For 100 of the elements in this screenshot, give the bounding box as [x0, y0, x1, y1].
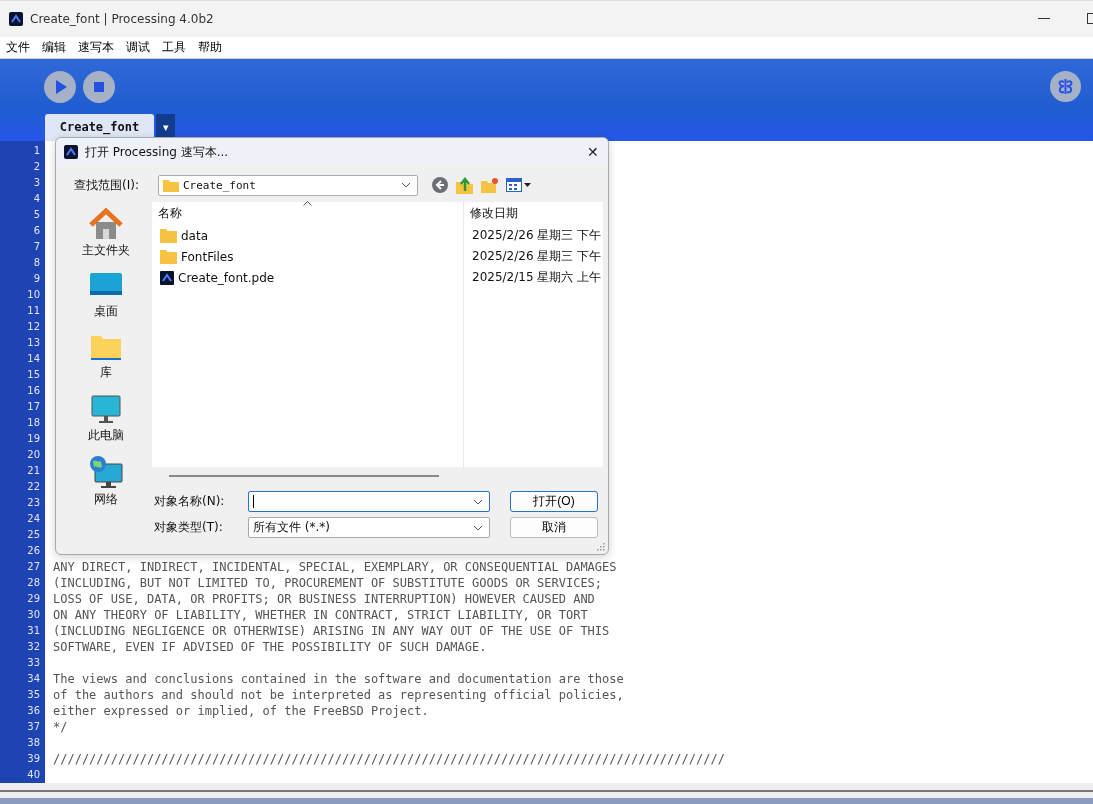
up-folder-icon[interactable]: [456, 176, 473, 194]
line-number: 32: [26, 641, 40, 653]
line-number: 39: [26, 753, 40, 765]
dialog-title: 打开 Processing 速写本...: [85, 143, 229, 161]
line-number: 6: [32, 225, 40, 237]
app-icon: [64, 145, 78, 159]
menu-item[interactable]: 调试: [126, 38, 150, 56]
folder-icon: [163, 178, 179, 192]
line-number: 34: [26, 673, 40, 685]
sketch-file-icon: [160, 270, 174, 285]
code-line: SOFTWARE, EVEN IF ADVISED OF THE POSSIBILITY OF SUCH DAMAGE.: [53, 639, 487, 654]
line-number: 19: [26, 433, 40, 445]
menu-item[interactable]: 工具: [162, 38, 186, 56]
house-icon: [89, 207, 123, 240]
line-number: 12: [26, 321, 40, 333]
maximize-icon[interactable]: [1087, 12, 1093, 25]
line-number: 26: [26, 545, 40, 557]
modified-date: 2025/2/26 星期三 下午: [472, 248, 602, 265]
line-number: 3: [32, 177, 40, 189]
line-number: 16: [26, 385, 40, 397]
sort-caret-icon: [303, 201, 312, 206]
file-name[interactable]: Create_font.pde: [178, 270, 275, 285]
code-line: */: [53, 719, 68, 734]
column-header[interactable]: 名称: [158, 205, 182, 222]
window-title: Create_font | Processing 4.0b2: [30, 11, 214, 26]
line-number: 23: [26, 497, 40, 509]
folder-icon: [90, 333, 122, 362]
line-number: 11: [26, 305, 40, 317]
line-number: 18: [26, 417, 40, 429]
line-number: 20: [26, 449, 40, 461]
folder-icon: [160, 228, 177, 243]
code-line: either expressed or implied, of the FreeBSD Project.: [53, 703, 429, 718]
places-item[interactable]: 桌面: [62, 264, 150, 326]
line-number: 37: [26, 721, 40, 733]
cancel-button[interactable]: 取消: [510, 517, 598, 538]
code-line: /////////////////////////////////////////////////////////////////////////////////////////////: [53, 751, 725, 766]
line-number: 9: [32, 273, 40, 285]
monitor-icon: [91, 394, 121, 425]
places-item[interactable]: 此电脑: [62, 388, 150, 450]
code-line: ON ANY THEORY OF LIABILITY, WHETHER IN CONTRACT, STRICT LIABILITY, OR TORT: [53, 607, 588, 622]
line-number: 33: [26, 657, 40, 669]
file-type-label: 对象类型(T):: [153, 519, 224, 536]
menu-item[interactable]: 文件: [6, 38, 30, 56]
file-name[interactable]: FontFiles: [181, 249, 234, 264]
line-number: 40: [26, 769, 40, 781]
code-line: (INCLUDING, BUT NOT LIMITED TO, PROCUREMENT OF SUBSTITUTE GOODS OR SERVICES;: [53, 575, 603, 590]
menu-item[interactable]: 帮助: [198, 38, 222, 56]
line-number: 38: [26, 737, 40, 749]
line-number: 24: [26, 513, 40, 525]
line-number: 21: [26, 465, 40, 477]
line-number: 35: [26, 689, 40, 701]
line-number: 8: [32, 257, 40, 269]
line-number: 27: [26, 561, 40, 573]
line-number: 2: [32, 161, 40, 173]
line-number: 1: [32, 145, 40, 157]
resize-grip-icon[interactable]: [597, 543, 605, 551]
line-number: 14: [26, 353, 40, 365]
code-line: ANY DIRECT, INDIRECT, INCIDENTAL, SPECIAL, EXEMPLARY, OR CONSEQUENTIAL DAMAGES: [53, 559, 617, 574]
line-number: 30: [26, 609, 40, 621]
line-number: 5: [32, 209, 40, 221]
line-number: 13: [26, 337, 40, 349]
open-button[interactable]: 打开(O): [510, 491, 598, 512]
places-item[interactable]: 库: [62, 326, 150, 388]
close-button[interactable]: ✕: [578, 139, 608, 165]
code-line: LOSS OF USE, DATA, OR PROFITS; OR BUSINESS INTERRUPTION) HOWEVER CAUSED AND: [53, 591, 595, 606]
file-type-combo[interactable]: 所有文件 (*.*): [248, 517, 490, 538]
line-number: 22: [26, 481, 40, 493]
line-number: 7: [32, 241, 40, 253]
line-number: 10: [26, 289, 40, 301]
menu-item[interactable]: 速写本: [78, 38, 114, 56]
file-name[interactable]: data: [181, 228, 209, 243]
network-icon: [89, 454, 123, 489]
line-number: 25: [26, 529, 40, 541]
debugger-icon[interactable]: [1050, 71, 1081, 103]
new-folder-icon[interactable]: [481, 177, 498, 193]
modified-date: 2025/2/26 星期三 下午: [472, 227, 602, 244]
look-in-combo[interactable]: Create_font: [158, 174, 418, 196]
column-header[interactable]: 修改日期: [470, 205, 518, 222]
line-number: 31: [26, 625, 40, 637]
run-button-icon[interactable]: [44, 70, 76, 103]
line-number: 17: [26, 401, 40, 413]
code-line: (INCLUDING NEGLIGENCE OR OTHERWISE) ARISING IN ANY WAY OUT OF THE USE OF THIS: [53, 623, 610, 638]
line-number: 36: [26, 705, 40, 717]
view-menu-icon[interactable]: [506, 178, 532, 192]
menu-item[interactable]: 编辑: [42, 38, 66, 56]
app-icon: [9, 11, 23, 26]
line-number: 28: [26, 577, 40, 589]
places-item[interactable]: 网络: [62, 450, 150, 512]
back-icon[interactable]: [432, 177, 448, 193]
look-in-label: 查找范围(I):: [74, 176, 140, 194]
code-line: of the authors and should not be interpreted as representing official policies,: [53, 687, 624, 702]
horizontal-scrollbar[interactable]: [0, 789, 1093, 792]
file-name-field[interactable]: [248, 491, 490, 512]
minimize-icon[interactable]: [1038, 17, 1050, 20]
code-line: The views and conclusions contained in the software and documentation are those: [53, 671, 624, 686]
line-number: 15: [26, 369, 40, 381]
scrollbar-thumb[interactable]: [169, 475, 439, 477]
folder-icon: [160, 249, 177, 264]
stop-button-icon[interactable]: [83, 70, 115, 103]
places-item[interactable]: 主文件夹: [62, 202, 150, 264]
